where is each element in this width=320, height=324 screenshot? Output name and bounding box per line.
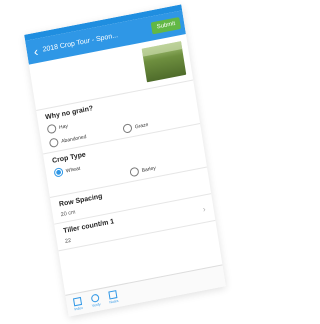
nav-label: Index <box>74 305 84 312</box>
radio-label: Graze <box>134 121 149 130</box>
radio-label: Hay <box>58 122 69 131</box>
chevron-left-icon[interactable]: ‹ <box>30 43 42 59</box>
chevron-right-icon: › <box>202 204 207 214</box>
nav-item-verify[interactable]: Verify <box>88 293 104 309</box>
nav-label: Verify <box>91 302 101 308</box>
nav-item-notes[interactable]: Notes <box>105 289 121 305</box>
radio-label: Abandoned <box>60 133 87 145</box>
radio-button[interactable] <box>129 166 140 178</box>
radio-button-selected[interactable] <box>53 167 64 178</box>
phone-screen: ‹ 2018 Crop Tour - Spon... Submit Why no… <box>24 4 226 317</box>
radio-button[interactable] <box>122 123 133 134</box>
crop-photo[interactable] <box>141 41 187 83</box>
nav-item-index[interactable]: Index <box>70 296 86 312</box>
radio-button[interactable] <box>48 137 60 149</box>
radio-label: Wheat <box>65 165 81 174</box>
bottom-navigation: Index Verify Notes <box>65 264 226 317</box>
submit-button[interactable]: Submit <box>151 17 182 35</box>
nav-label: Notes <box>109 298 119 305</box>
screenshot-stage: ‹ 2018 Crop Tour - Spon... Submit Why no… <box>0 0 251 324</box>
radio-button[interactable] <box>46 123 57 135</box>
tiller-count-text: Tiller count/m 1 22 <box>63 218 116 245</box>
form-content: Why no grain? Hay Abandoned Graze Crop T… <box>28 34 216 252</box>
radio-label: Barley <box>141 164 157 174</box>
